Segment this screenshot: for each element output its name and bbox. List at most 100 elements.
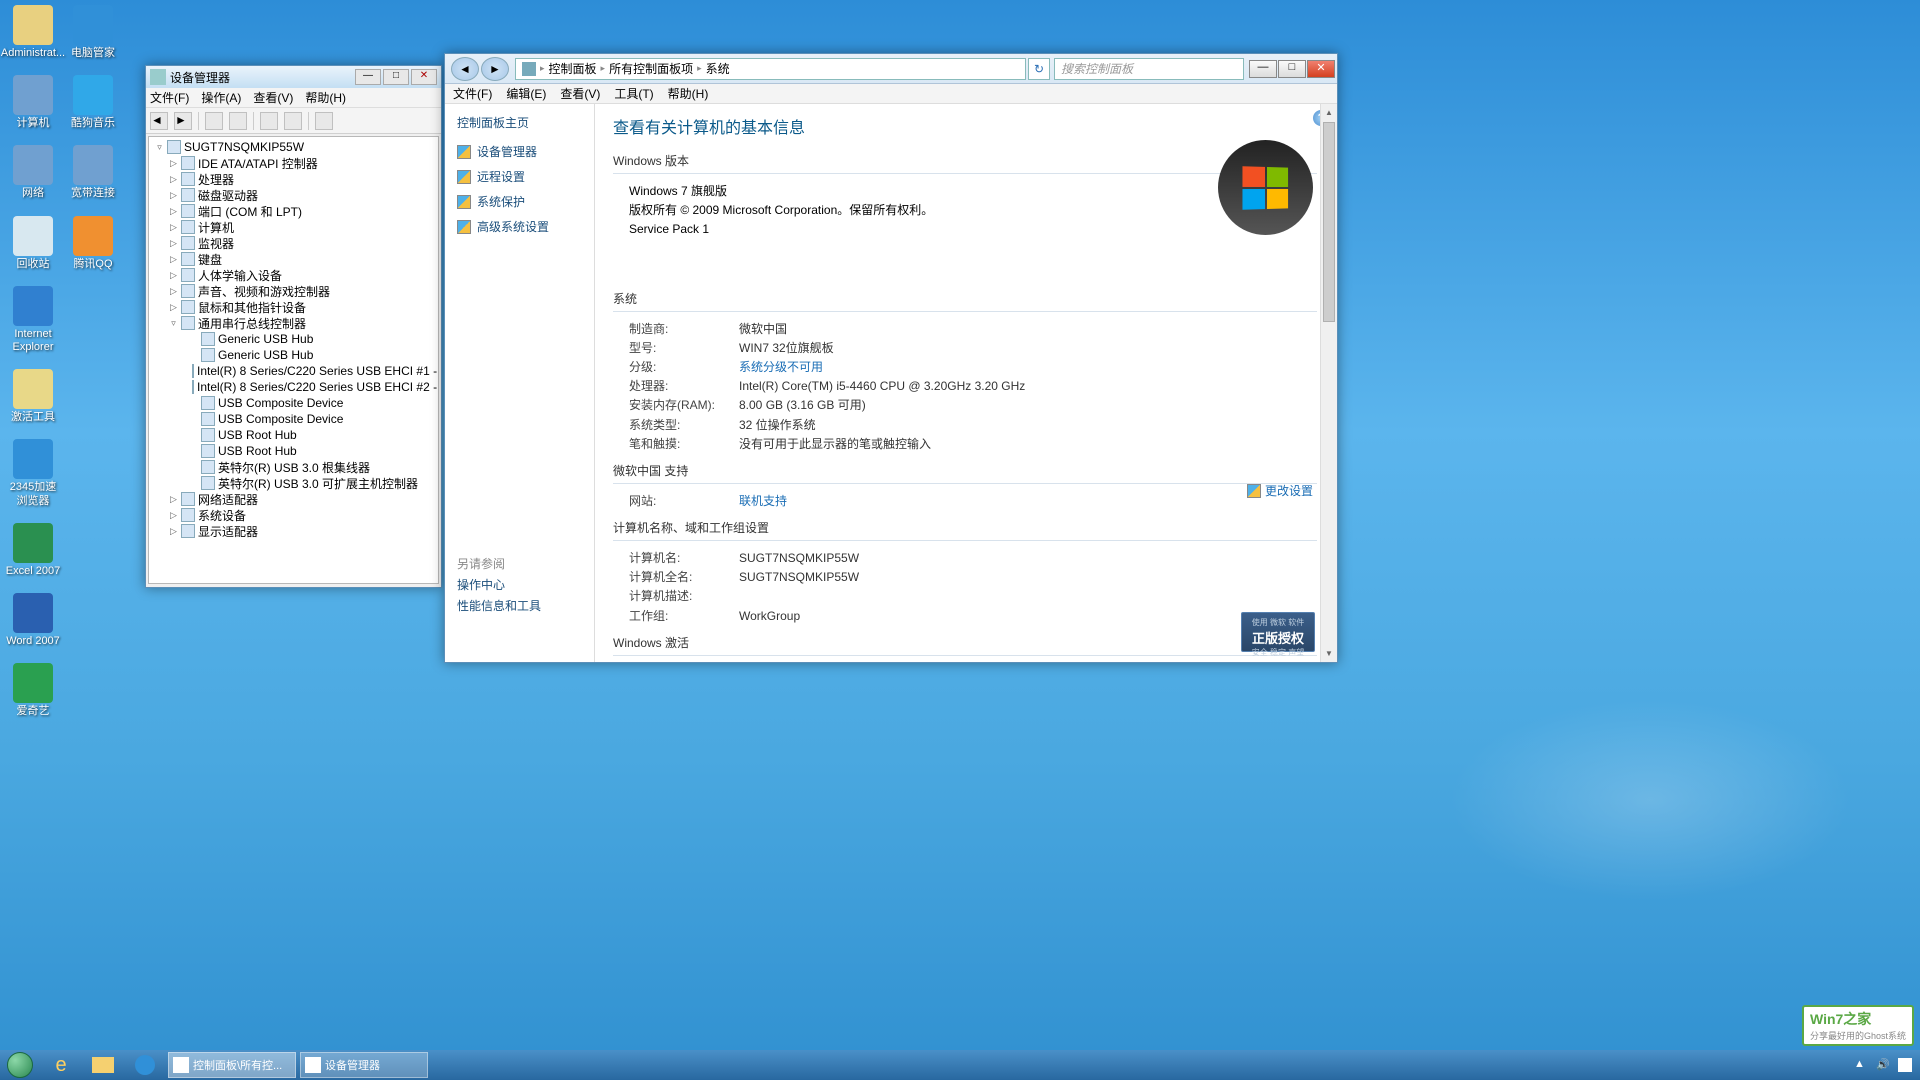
- tree-leaf[interactable]: Generic USB Hub: [151, 331, 436, 347]
- menu-item[interactable]: 查看(V): [253, 89, 293, 106]
- see-also-link[interactable]: 操作中心: [457, 576, 541, 593]
- rating-link[interactable]: 系统分级不可用: [739, 358, 823, 377]
- minimize-button[interactable]: —: [355, 69, 381, 85]
- refresh-button[interactable]: ↻: [1028, 58, 1050, 80]
- tree-leaf[interactable]: Intel(R) 8 Series/C220 Series USB EHCI #…: [151, 379, 436, 395]
- see-also-link[interactable]: 性能信息和工具: [457, 597, 541, 614]
- menu-item[interactable]: 编辑(E): [506, 85, 546, 102]
- maximize-button[interactable]: □: [1278, 60, 1306, 78]
- breadcrumb-item[interactable]: 系统: [706, 60, 730, 77]
- scrollbar[interactable]: ▲ ▼: [1320, 104, 1337, 662]
- address-bar[interactable]: ▸ 控制面板 ▸ 所有控制面板项 ▸ 系统: [515, 58, 1026, 80]
- tree-leaf[interactable]: USB Root Hub: [151, 427, 436, 443]
- menu-item[interactable]: 查看(V): [560, 85, 600, 102]
- devmgr-titlebar[interactable]: 设备管理器 — □ ✕: [146, 66, 441, 88]
- tree-node[interactable]: ▷IDE ATA/ATAPI 控制器: [151, 155, 436, 171]
- genuine-badge[interactable]: 使用 微软 软件 正版授权 安全 稳定 声望: [1241, 612, 1315, 652]
- scroll-thumb[interactable]: [1323, 122, 1335, 322]
- toolbar-icon[interactable]: [205, 112, 223, 130]
- pinned-explorer[interactable]: [82, 1051, 124, 1079]
- tree-node[interactable]: ▷监视器: [151, 235, 436, 251]
- desktop-icon[interactable]: 爱奇艺: [5, 663, 61, 718]
- tray-flag-icon[interactable]: [1898, 1058, 1912, 1072]
- windows-edition: Windows 7 旗舰版: [629, 182, 1317, 201]
- nav-back-button[interactable]: ◄: [451, 57, 479, 81]
- change-settings-link[interactable]: 更改设置: [1247, 482, 1313, 499]
- desktop-icon[interactable]: Internet Explorer: [5, 286, 61, 354]
- close-button[interactable]: ✕: [411, 69, 437, 85]
- back-icon[interactable]: ◄: [150, 112, 168, 130]
- sidebar-link[interactable]: 高级系统设置: [457, 218, 582, 235]
- desktop-icon[interactable]: 酷狗音乐: [65, 75, 121, 130]
- nav-forward-button[interactable]: ►: [481, 57, 509, 81]
- tree-node[interactable]: ▷键盘: [151, 251, 436, 267]
- pinned-ie2[interactable]: [124, 1051, 166, 1079]
- taskbar-task[interactable]: 控制面板\所有控...: [168, 1052, 296, 1078]
- menu-item[interactable]: 帮助(H): [305, 89, 346, 106]
- tree-node[interactable]: ▷显示适配器: [151, 523, 436, 539]
- desktop-icon[interactable]: 腾讯QQ: [65, 216, 121, 271]
- tree-node[interactable]: ▷端口 (COM 和 LPT): [151, 203, 436, 219]
- toolbar-icon[interactable]: [284, 112, 302, 130]
- tree-leaf[interactable]: 英特尔(R) USB 3.0 根集线器: [151, 459, 436, 475]
- tree-node[interactable]: ▷系统设备: [151, 507, 436, 523]
- desktop-icon[interactable]: Administrat...: [5, 5, 61, 60]
- menu-item[interactable]: 帮助(H): [668, 85, 709, 102]
- info-row: 型号:WIN7 32位旗舰板: [629, 339, 1317, 358]
- search-input[interactable]: 搜索控制面板: [1054, 58, 1244, 80]
- desktop-icon[interactable]: 网络: [5, 145, 61, 200]
- desktop-icon[interactable]: 回收站: [5, 216, 61, 271]
- menu-item[interactable]: 文件(F): [453, 85, 492, 102]
- info-row: 计算机名:SUGT7NSQMKIP55W: [629, 549, 1317, 568]
- tree-leaf[interactable]: USB Composite Device: [151, 395, 436, 411]
- menu-item[interactable]: 文件(F): [150, 89, 189, 106]
- forward-icon[interactable]: ►: [174, 112, 192, 130]
- desktop-icon[interactable]: 宽带连接: [65, 145, 121, 200]
- tree-node[interactable]: ▷处理器: [151, 171, 436, 187]
- tree-node[interactable]: ▷计算机: [151, 219, 436, 235]
- close-button[interactable]: ✕: [1307, 60, 1335, 78]
- sys-titlebar[interactable]: ◄ ► ▸ 控制面板 ▸ 所有控制面板项 ▸ 系统 ↻ 搜索控制面板 — □ ✕: [445, 54, 1337, 84]
- tree-leaf[interactable]: 英特尔(R) USB 3.0 可扩展主机控制器: [151, 475, 436, 491]
- tree-node[interactable]: ▷人体学输入设备: [151, 267, 436, 283]
- toolbar-icon[interactable]: [229, 112, 247, 130]
- maximize-button[interactable]: □: [383, 69, 409, 85]
- desktop-icon[interactable]: Word 2007: [5, 593, 61, 648]
- minimize-button[interactable]: —: [1249, 60, 1277, 78]
- scroll-up[interactable]: ▲: [1321, 104, 1337, 121]
- start-button[interactable]: [0, 1050, 40, 1080]
- taskbar-task[interactable]: 设备管理器: [300, 1052, 428, 1078]
- desktop-icon[interactable]: 电脑管家: [65, 5, 121, 60]
- tree-node[interactable]: ▿通用串行总线控制器: [151, 315, 436, 331]
- support-link[interactable]: 联机支持: [739, 492, 787, 511]
- toolbar-icon[interactable]: [260, 112, 278, 130]
- desktop-icon[interactable]: 激活工具: [5, 369, 61, 424]
- desktop-icon[interactable]: 计算机: [5, 75, 61, 130]
- desktop-icon[interactable]: 2345加速浏览器: [5, 439, 61, 507]
- tray-volume-icon[interactable]: 🔊: [1876, 1058, 1890, 1072]
- sidebar-link[interactable]: 系统保护: [457, 193, 582, 210]
- tree-leaf[interactable]: USB Root Hub: [151, 443, 436, 459]
- menu-item[interactable]: 操作(A): [201, 89, 241, 106]
- tree-node[interactable]: ▷磁盘驱动器: [151, 187, 436, 203]
- breadcrumb-item[interactable]: 控制面板: [549, 60, 597, 77]
- desktop-icon[interactable]: Excel 2007: [5, 523, 61, 578]
- tree-leaf[interactable]: Intel(R) 8 Series/C220 Series USB EHCI #…: [151, 363, 436, 379]
- pinned-ie[interactable]: e: [40, 1051, 82, 1079]
- tray-arrow-icon[interactable]: ▲: [1854, 1058, 1868, 1072]
- tree-node[interactable]: ▷网络适配器: [151, 491, 436, 507]
- device-tree[interactable]: ▿SUGT7NSQMKIP55W▷IDE ATA/ATAPI 控制器▷处理器▷磁…: [148, 136, 439, 584]
- info-row: 计算机全名:SUGT7NSQMKIP55W: [629, 568, 1317, 587]
- tree-leaf[interactable]: Generic USB Hub: [151, 347, 436, 363]
- scroll-down[interactable]: ▼: [1321, 645, 1337, 662]
- breadcrumb-item[interactable]: 所有控制面板项: [609, 60, 693, 77]
- sidebar-title[interactable]: 控制面板主页: [457, 114, 582, 131]
- tree-node[interactable]: ▷鼠标和其他指针设备: [151, 299, 436, 315]
- tree-root[interactable]: ▿SUGT7NSQMKIP55W: [151, 139, 436, 155]
- toolbar-icon[interactable]: [315, 112, 333, 130]
- sidebar-link[interactable]: 远程设置: [457, 168, 582, 185]
- sidebar-link[interactable]: 设备管理器: [457, 143, 582, 160]
- tree-leaf[interactable]: USB Composite Device: [151, 411, 436, 427]
- tree-node[interactable]: ▷声音、视频和游戏控制器: [151, 283, 436, 299]
- menu-item[interactable]: 工具(T): [614, 85, 653, 102]
